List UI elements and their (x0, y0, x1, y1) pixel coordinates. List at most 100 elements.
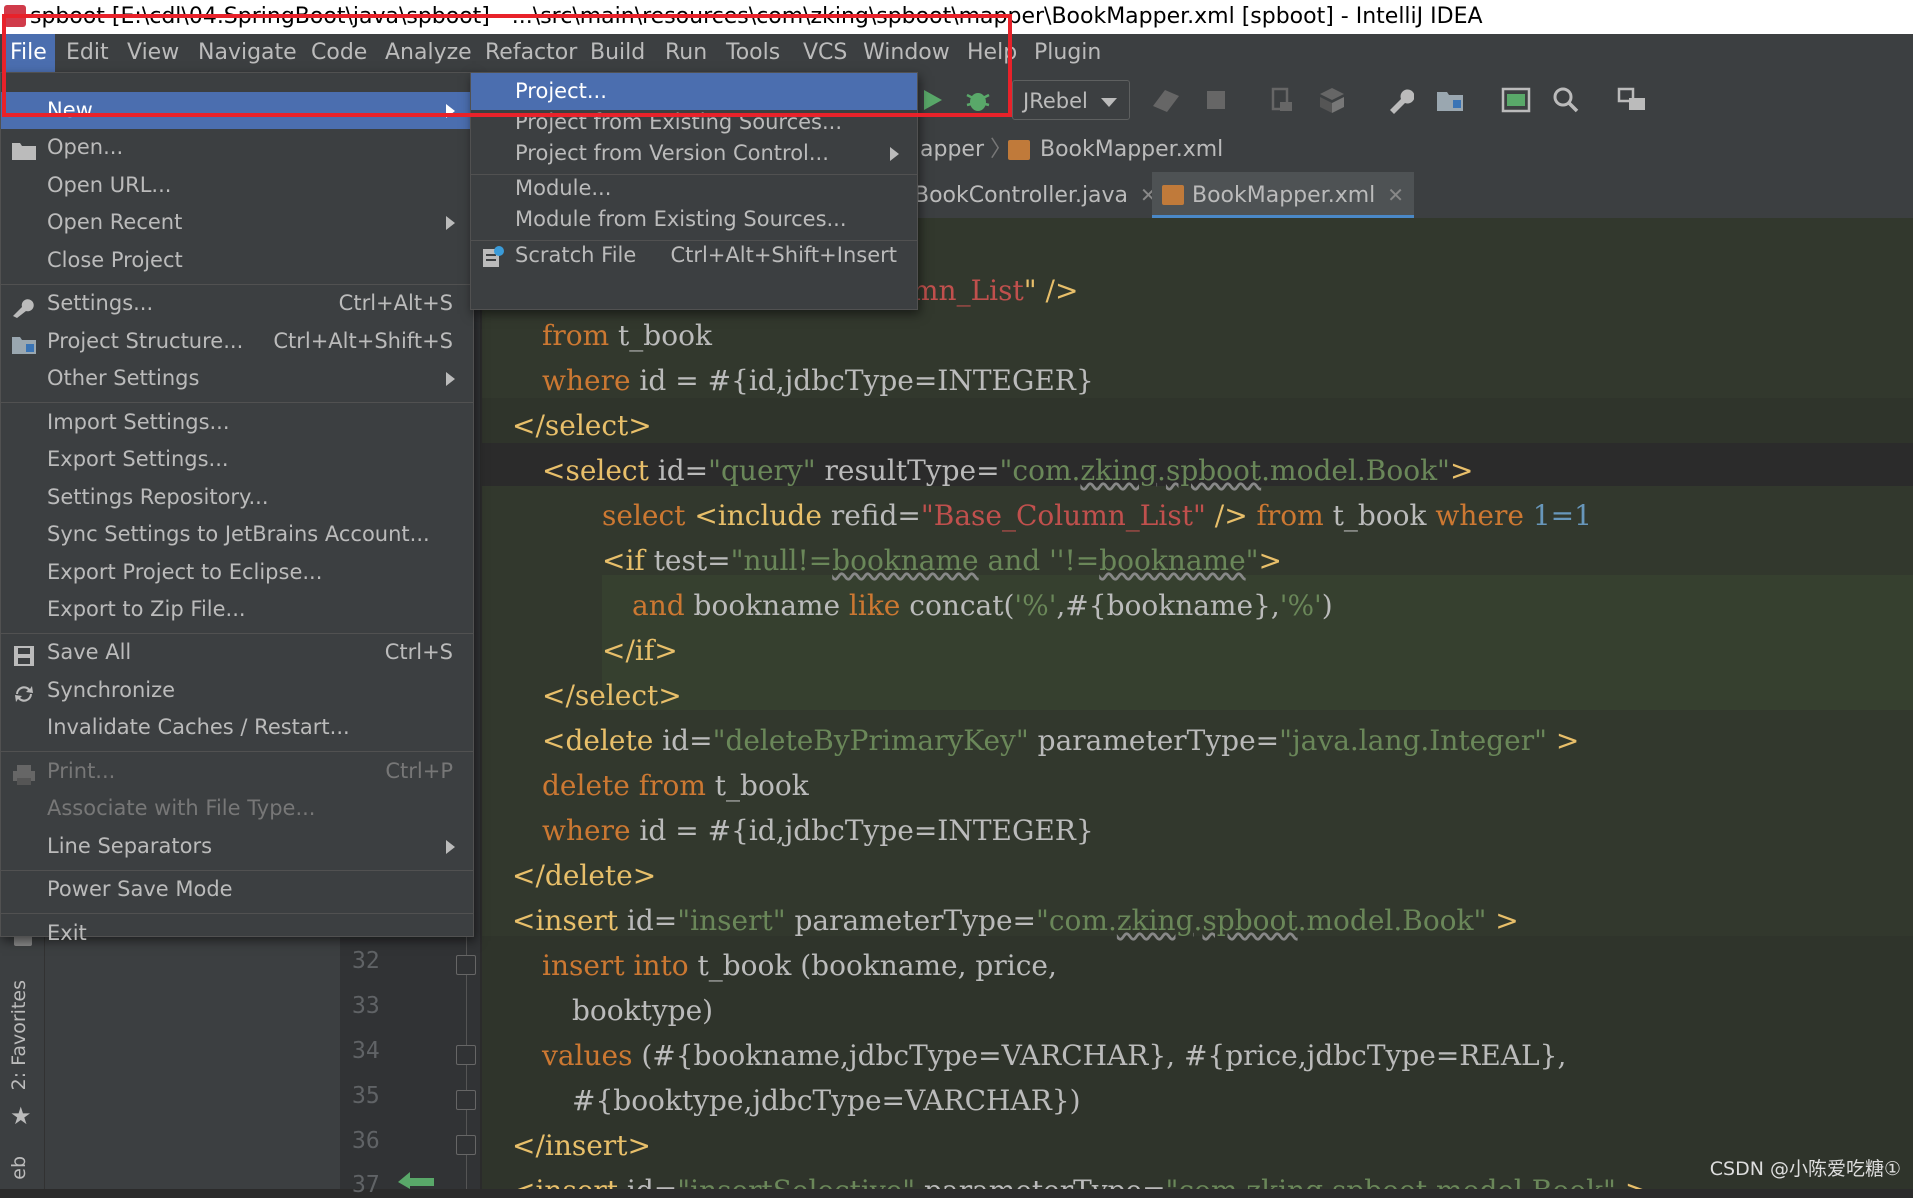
menu-item-label: Export Settings... (47, 447, 229, 471)
menu-item-shortcut: Ctrl+Alt+Shift+Insert (670, 243, 897, 267)
fold-toggle-icon[interactable] (456, 955, 476, 975)
menu-item-associate-file-type[interactable]: Associate with File Type... (1, 790, 473, 827)
menu-item-synchronize[interactable]: Synchronize (1, 672, 473, 709)
code-line: booktype) (572, 994, 714, 1027)
search-icon[interactable] (1550, 84, 1582, 116)
menu-item-export-eclipse[interactable]: Export Project to Eclipse... (1, 554, 473, 591)
menu-item-print[interactable]: Print... Ctrl+P (1, 753, 473, 790)
menu-window[interactable]: Window (855, 34, 958, 72)
menu-item-exit[interactable]: Exit (1, 915, 473, 952)
project-structure-icon[interactable] (1434, 84, 1466, 116)
menu-item-label: Invalidate Caches / Restart... (47, 715, 350, 739)
menu-build[interactable]: Build (582, 34, 653, 72)
menu-item-sync-settings[interactable]: Sync Settings to JetBrains Account... (1, 516, 473, 553)
fold-toggle-icon[interactable] (456, 1135, 476, 1155)
terminal-icon[interactable] (1500, 84, 1532, 116)
menu-item-settings[interactable]: Settings... Ctrl+Alt+S (1, 285, 473, 322)
menu-run[interactable]: Run (657, 34, 715, 72)
chevron-right-icon (890, 147, 899, 161)
menu-item-project-structure[interactable]: Project Structure... Ctrl+Alt+Shift+S (1, 323, 473, 360)
menu-item-other-settings[interactable]: Other Settings (1, 360, 473, 397)
menu-item-label: Synchronize (47, 678, 176, 702)
menu-item-line-separators[interactable]: Line Separators (1, 828, 473, 865)
menu-item-label: Import Settings... (47, 410, 230, 434)
run-config-select[interactable]: JRebel (1012, 80, 1130, 120)
fold-toggle-icon[interactable] (456, 1090, 476, 1110)
menu-item-invalidate-caches[interactable]: Invalidate Caches / Restart... (1, 709, 473, 746)
menu-item-open[interactable]: Open... (1, 129, 473, 166)
menu-item-label: Open URL... (47, 173, 172, 197)
menu-tools[interactable]: Tools (718, 34, 788, 72)
menu-item-label: Other Settings (47, 366, 200, 390)
menu-vcs[interactable]: VCS (795, 34, 855, 72)
favorites-label: 2: Favorites (8, 980, 30, 1091)
menu-item-save-all[interactable]: Save All Ctrl+S (1, 634, 473, 671)
menu-item-label: Project from Version Control... (515, 141, 829, 165)
menu-edit[interactable]: Edit (58, 34, 117, 72)
menu-help[interactable]: Help (959, 34, 1025, 72)
menu-item-label: Save All (47, 640, 132, 664)
submenu-item-project-vcs[interactable]: Project from Version Control... (471, 135, 917, 172)
menu-item-label: Settings Repository... (47, 485, 269, 509)
chevron-down-icon (1101, 98, 1117, 107)
menu-item-settings-repository[interactable]: Settings Repository... (1, 479, 473, 516)
code-line: </insert> (512, 1129, 651, 1162)
coverage-icon[interactable] (1316, 84, 1348, 116)
save-icon (11, 642, 37, 666)
menu-plugin[interactable]: Plugin (1026, 34, 1109, 72)
implemented-arrow-icon[interactable] (396, 1170, 436, 1189)
code-line: from t_book (542, 319, 712, 352)
favorites-tool-button[interactable]: 2: Favorites ★ (2, 980, 42, 1130)
xml-file-icon (1008, 140, 1030, 160)
code-line: where id = #{id,jdbcType=INTEGER} (542, 364, 1094, 397)
database-tools-icon[interactable] (1616, 84, 1648, 116)
menu-item-label: Print... (47, 759, 116, 783)
menu-separator (1, 913, 473, 914)
scratch-file-icon (481, 244, 505, 281)
xml-file-icon (1162, 185, 1184, 205)
menu-analyze[interactable]: Analyze (377, 34, 480, 72)
menu-refactor[interactable]: Refactor (477, 34, 585, 72)
code-line: delete from t_book (542, 769, 809, 802)
tab-book-controller[interactable]: BookController.java ✕ (904, 172, 1167, 218)
code-line: </if> (602, 634, 678, 667)
menu-item-new[interactable]: New (1, 92, 473, 129)
web-tool-button[interactable]: eb (8, 1156, 30, 1180)
code-editor[interactable]: mn_List" /> from t_book where id = #{id,… (482, 218, 1913, 1189)
new-submenu: Project... Project from Existing Sources.… (470, 72, 918, 310)
rebel-run-icon[interactable] (1150, 84, 1182, 116)
fold-toggle-icon[interactable] (456, 1045, 476, 1065)
attach-icon[interactable] (1266, 84, 1298, 116)
tab-book-mapper[interactable]: BookMapper.xml ✕ (1152, 172, 1415, 218)
chevron-right-icon (446, 216, 455, 230)
menu-navigate[interactable]: Navigate (190, 34, 305, 72)
menu-item-export-zip[interactable]: Export to Zip File... (1, 591, 473, 628)
menu-item-export-settings[interactable]: Export Settings... (1, 441, 473, 478)
breadcrumb-folder[interactable]: apper (920, 128, 984, 172)
code-line: <select id="query" resultType="com.zking… (542, 454, 1474, 487)
menu-separator (1, 402, 473, 403)
menu-item-open-recent[interactable]: Open Recent (1, 204, 473, 241)
code-line: mn_List" /> (912, 274, 1079, 307)
stop-icon[interactable] (1200, 84, 1232, 116)
close-icon[interactable]: ✕ (1387, 183, 1404, 207)
menu-view[interactable]: View (119, 34, 187, 72)
submenu-item-scratch-file[interactable]: Scratch File Ctrl+Alt+Shift+Insert (471, 237, 917, 274)
menu-item-close-project[interactable]: Close Project (1, 242, 473, 279)
web-label: eb (8, 1156, 30, 1180)
line-number: 37 (352, 1172, 380, 1198)
menu-item-import-settings[interactable]: Import Settings... (1, 404, 473, 441)
wrench-icon[interactable] (1384, 84, 1416, 116)
run-icon[interactable] (916, 84, 948, 116)
breadcrumb-file[interactable]: BookMapper.xml (1040, 128, 1223, 172)
menu-item-label: Export to Zip File... (47, 597, 246, 621)
code-line: <insert id="insertSelective" parameterTy… (512, 1168, 1648, 1189)
menu-item-power-save-mode[interactable]: Power Save Mode (1, 871, 473, 908)
menu-item-label: Close Project (47, 248, 183, 272)
debug-icon[interactable] (962, 84, 994, 116)
menu-file[interactable]: File (2, 34, 55, 72)
menu-code[interactable]: Code (303, 34, 375, 72)
submenu-item-module-existing-sources[interactable]: Module from Existing Sources... (471, 201, 917, 238)
menu-item-open-url[interactable]: Open URL... (1, 167, 473, 204)
star-icon: ★ (10, 1102, 32, 1130)
